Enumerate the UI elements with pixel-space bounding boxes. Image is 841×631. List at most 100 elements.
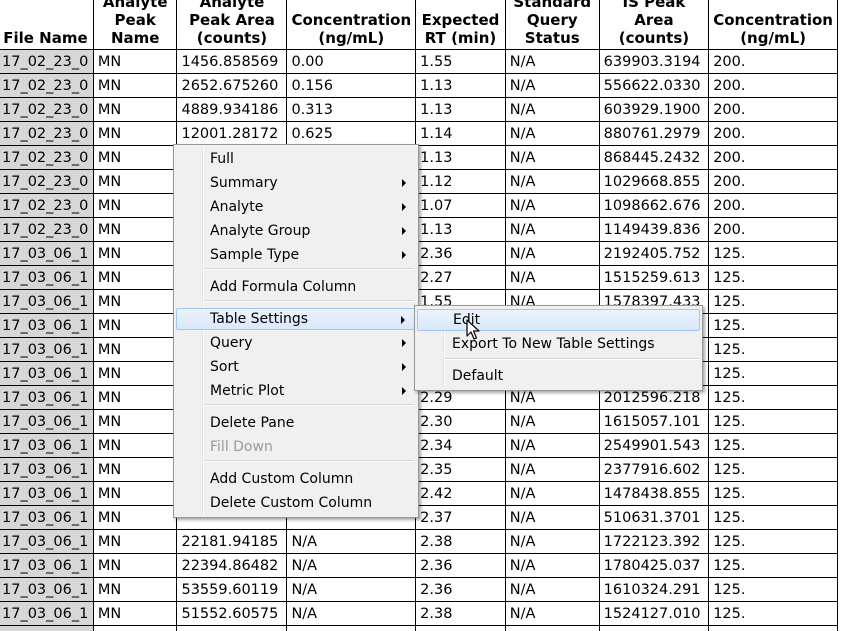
table-cell[interactable]: 125. xyxy=(708,481,838,506)
table-cell[interactable]: MN xyxy=(92,409,178,434)
table-cell[interactable]: 1456.858569 xyxy=(176,49,288,74)
table-cell[interactable]: 125. xyxy=(708,505,838,530)
column-header-is-peak-area-counts[interactable]: IS Peak Area (counts) xyxy=(598,0,710,50)
table-cell[interactable]: 17_03_06_1 xyxy=(0,553,94,578)
menu-item-analyte-group[interactable]: Analyte Group xyxy=(176,220,416,242)
table-cell[interactable]: 125. xyxy=(708,385,838,410)
table-cell[interactable]: 17_03_06_1 xyxy=(0,241,94,266)
table-cell[interactable]: MN xyxy=(92,241,178,266)
table-cell[interactable]: 17_03_06_1 xyxy=(0,505,94,530)
table-cell[interactable]: 0.313 xyxy=(286,97,417,122)
table-cell[interactable]: 2377916.602 xyxy=(598,457,710,482)
table-cell[interactable]: 125. xyxy=(708,313,838,338)
column-header-analyte-peak-area-counts[interactable]: Analyte Peak Area (counts) xyxy=(176,0,288,50)
table-cell[interactable]: 125. xyxy=(708,625,838,631)
table-cell[interactable]: 1.13 xyxy=(415,217,506,242)
table-cell[interactable]: 22181.94185 xyxy=(176,529,288,554)
table-cell[interactable]: 53559.60119 xyxy=(176,577,288,602)
table-cell[interactable]: 17_02_23_0 xyxy=(0,169,94,194)
table-cell[interactable]: 510631.3701 xyxy=(598,505,710,530)
table-row[interactable]: 17_02_23_0 MN 1456.858569 0.00 1.55 N/A 639903… xyxy=(0,49,838,74)
table-cell[interactable]: N/A xyxy=(504,625,600,631)
table-cell[interactable]: 17_02_23_0 xyxy=(0,193,94,218)
table-cell[interactable]: 2.36 xyxy=(415,553,506,578)
table-cell[interactable]: 125. xyxy=(708,553,838,578)
table-cell[interactable]: MN xyxy=(92,49,178,74)
table-cell[interactable]: MN xyxy=(92,337,178,362)
table-cell[interactable]: N/A xyxy=(286,625,417,631)
table-cell[interactable]: N/A xyxy=(504,169,600,194)
table-cell[interactable]: MN xyxy=(92,73,178,98)
table-cell[interactable]: 200. xyxy=(708,193,838,218)
submenu-item-edit[interactable]: Edit xyxy=(417,309,700,331)
table-cell[interactable]: 200. xyxy=(708,169,838,194)
table-cell[interactable]: 125. xyxy=(708,409,838,434)
table-cell[interactable]: 17_03_06_1 xyxy=(0,337,94,362)
table-cell[interactable]: 17_03_06_1 xyxy=(0,409,94,434)
table-cell[interactable]: 17_03_06_1 xyxy=(0,457,94,482)
table-cell[interactable]: 125. xyxy=(708,361,838,386)
table-cell[interactable]: 1.13 xyxy=(415,145,506,170)
column-header-file-name[interactable]: File Name xyxy=(0,0,94,50)
table-cell[interactable]: 1524127.010 xyxy=(598,601,710,626)
table-cell[interactable]: 17_03_06_1 xyxy=(0,433,94,458)
table-cell[interactable]: MN xyxy=(92,625,178,631)
table-cell[interactable]: MN xyxy=(92,385,178,410)
table-row[interactable]: 17_02_23_0 MN 12001.28172 0.625 1.14 N/A 88076… xyxy=(0,121,838,146)
table-cell[interactable]: MN xyxy=(92,145,178,170)
table-cell[interactable]: 2.36 xyxy=(415,241,506,266)
table-cell[interactable]: 125. xyxy=(708,577,838,602)
table-cell[interactable]: 17_02_23_0 xyxy=(0,121,94,146)
table-cell[interactable]: 125. xyxy=(708,601,838,626)
table-cell[interactable]: 200. xyxy=(708,217,838,242)
table-cell[interactable]: N/A xyxy=(504,193,600,218)
table-cell[interactable]: 17_03_06_1 xyxy=(0,529,94,554)
table-cell[interactable]: 2549901.543 xyxy=(598,433,710,458)
table-cell[interactable]: 1.14 xyxy=(415,121,506,146)
table-row[interactable]: 17_03_06_1 MN 22394.86482 N/A 2.36 N/A 1780425… xyxy=(0,553,838,578)
table-cell[interactable]: MN xyxy=(92,217,178,242)
table-cell[interactable]: N/A xyxy=(504,553,600,578)
table-cell[interactable]: 1515259.613 xyxy=(598,265,710,290)
table-cell[interactable]: 200. xyxy=(708,145,838,170)
table-row[interactable]: 17_03_06_1 MN 22181.94185 N/A 2.38 N/A 1722123… xyxy=(0,529,838,554)
table-cell[interactable]: N/A xyxy=(504,217,600,242)
table-cell[interactable]: 2.38 xyxy=(415,529,506,554)
table-cell[interactable]: 2.37 xyxy=(415,505,506,530)
table-cell[interactable]: N/A xyxy=(504,481,600,506)
table-cell[interactable]: 17_03_06_1 xyxy=(0,625,94,631)
table-cell[interactable]: 17_02_23_0 xyxy=(0,73,94,98)
table-cell[interactable]: 880761.2979 xyxy=(598,121,710,146)
menu-item-summary[interactable]: Summary xyxy=(176,172,416,194)
table-cell[interactable]: N/A xyxy=(286,529,417,554)
menu-item-query[interactable]: Query xyxy=(176,332,416,354)
menu-item-add-custom-column[interactable]: Add Custom Column xyxy=(176,468,416,490)
menu-item-sort[interactable]: Sort xyxy=(176,356,416,378)
column-header-standard-query-status[interactable]: Standard Query Status xyxy=(504,0,600,50)
table-cell[interactable]: 0.625 xyxy=(286,121,417,146)
column-header-analyte-peak-name[interactable]: Analyte Peak Name xyxy=(92,0,178,50)
table-cell[interactable]: N/A xyxy=(286,553,417,578)
table-cell[interactable]: 125. xyxy=(708,265,838,290)
table-cell[interactable]: 125. xyxy=(708,241,838,266)
column-header-concentration-ng-ml[interactable]: Concentration (ng/mL) xyxy=(286,0,417,50)
table-cell[interactable]: 200. xyxy=(708,121,838,146)
table-cell[interactable]: N/A xyxy=(504,73,600,98)
submenu-item-export-to-new-table-settings[interactable]: Export To New Table Settings xyxy=(417,333,700,355)
table-cell[interactable]: 125. xyxy=(708,337,838,362)
table-cell[interactable]: 2.30 xyxy=(415,409,506,434)
table-cell[interactable]: 1149439.836 xyxy=(598,217,710,242)
menu-item-analyte[interactable]: Analyte xyxy=(176,196,416,218)
table-cell[interactable]: 868445.2432 xyxy=(598,145,710,170)
column-header-expected-rt-min[interactable]: Expected RT (min) xyxy=(415,0,506,50)
table-cell[interactable]: N/A xyxy=(504,121,600,146)
table-cell[interactable]: 22394.86482 xyxy=(176,553,288,578)
table-cell[interactable]: 4889.934186 xyxy=(176,97,288,122)
table-cell[interactable]: 1.13 xyxy=(415,97,506,122)
table-cell[interactable]: 17_03_06_1 xyxy=(0,289,94,314)
table-row[interactable]: 17_02_23_0 MN 4889.934186 0.313 1.13 N/A 60392… xyxy=(0,97,838,122)
menu-item-table-settings[interactable]: Table Settings xyxy=(176,308,416,330)
table-cell[interactable]: N/A xyxy=(504,433,600,458)
table-cell[interactable]: 17_02_23_0 xyxy=(0,145,94,170)
table-cell[interactable]: 639903.3194 xyxy=(598,49,710,74)
